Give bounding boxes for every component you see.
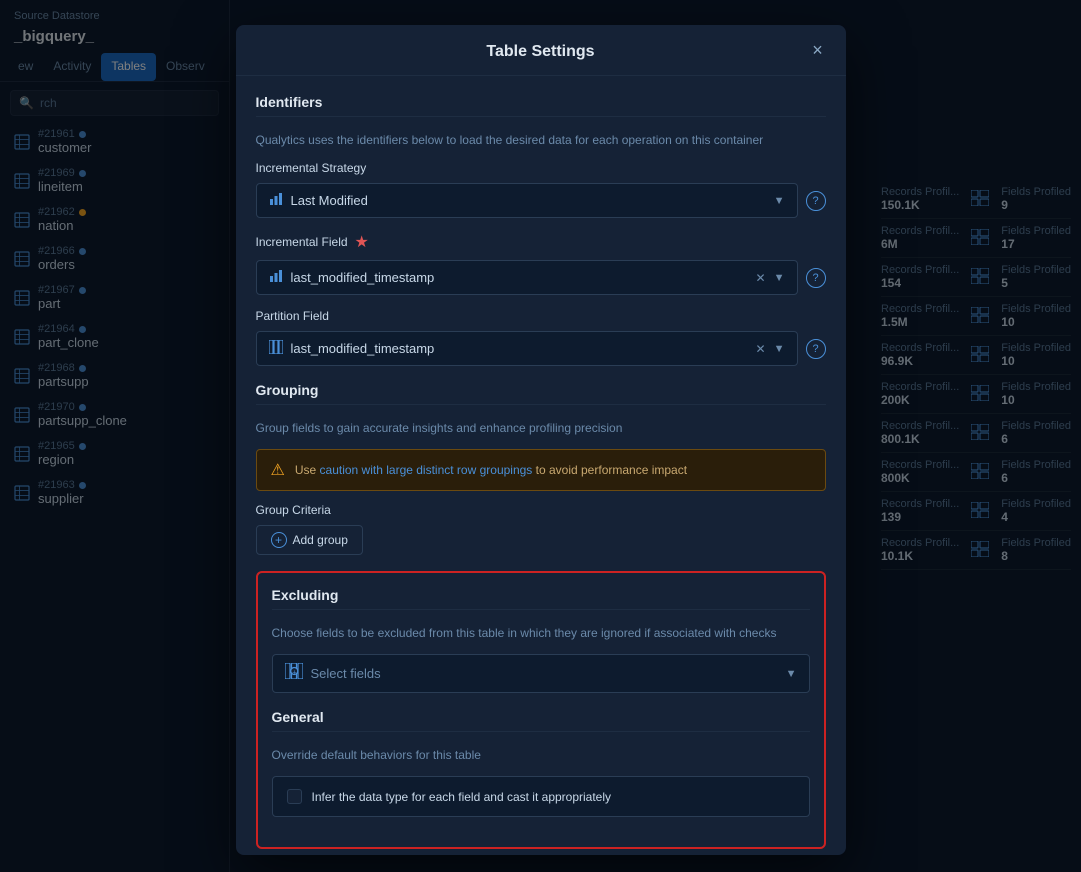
general-title: General (272, 709, 810, 725)
infer-datatype-checkbox[interactable] (287, 789, 302, 804)
modal-title: Table Settings (486, 43, 594, 61)
grouping-title: Grouping (256, 382, 826, 398)
modal-overlay: Table Settings × Identifiers Qualytics u… (0, 0, 1081, 872)
grouping-section: Grouping Group fields to gain accurate i… (256, 382, 826, 555)
incremental-strategy-label-row: Incremental Strategy (256, 161, 826, 175)
partition-field-value: last_modified_timestamp (291, 341, 748, 356)
chart-icon (269, 192, 283, 209)
identifiers-desc: Qualytics uses the identifiers below to … (256, 131, 826, 149)
chevron-down-icon: ▼ (786, 668, 797, 680)
help-icon[interactable]: ? (806, 268, 826, 288)
identifiers-title: Identifiers (256, 94, 826, 110)
grouping-desc: Group fields to gain accurate insights a… (256, 419, 826, 437)
columns-icon (269, 340, 283, 357)
incremental-field-label: Incremental Field (256, 235, 348, 249)
modal-header: Table Settings × (236, 25, 846, 76)
help-icon[interactable]: ? (806, 339, 826, 359)
chevron-down-icon: ▼ (774, 195, 785, 207)
help-icon[interactable]: ? (806, 191, 826, 211)
plus-icon: + (271, 532, 287, 548)
add-group-label: Add group (293, 533, 348, 547)
warning-icon: ⚠ (271, 460, 285, 480)
group-criteria-label-row: Group Criteria (256, 503, 826, 517)
close-button[interactable]: × (806, 38, 830, 62)
excluding-section: Excluding Choose fields to be excluded f… (256, 571, 826, 849)
incremental-strategy-label: Incremental Strategy (256, 161, 367, 175)
excluding-desc: Choose fields to be excluded from this t… (272, 624, 810, 642)
select-fields-dropdown[interactable]: + Select fields ▼ (272, 654, 810, 693)
checkbox-row: Infer the data type for each field and c… (272, 776, 810, 817)
required-indicator: ★ (355, 232, 369, 252)
partition-field-dropdown[interactable]: last_modified_timestamp ✕ ▼ (256, 331, 798, 366)
incremental-field-dropdown[interactable]: last_modified_timestamp ✕ ▼ (256, 260, 798, 295)
chart-icon (269, 269, 283, 286)
modal-body: Identifiers Qualytics uses the identifie… (236, 76, 846, 855)
clear-incremental-field-button[interactable]: ✕ (756, 271, 766, 285)
divider (256, 404, 826, 405)
chevron-down-icon: ▼ (774, 343, 785, 355)
fields-select-icon: + (285, 663, 303, 684)
identifiers-section: Identifiers Qualytics uses the identifie… (256, 94, 826, 366)
incremental-strategy-dropdown[interactable]: Last Modified ▼ (256, 183, 798, 218)
general-desc: Override default behaviors for this tabl… (272, 746, 810, 764)
select-fields-placeholder: Select fields (311, 666, 778, 681)
chevron-down-icon: ▼ (774, 272, 785, 284)
general-section: General Override default behaviors for t… (272, 709, 810, 817)
svg-text:+: + (292, 670, 296, 677)
warning-box: ⚠ Use caution with large distinct row gr… (256, 449, 826, 491)
partition-field-label: Partition Field (256, 309, 329, 323)
table-settings-modal: Table Settings × Identifiers Qualytics u… (236, 25, 846, 855)
add-group-button[interactable]: + Add group (256, 525, 363, 555)
group-criteria-label: Group Criteria (256, 503, 331, 517)
excluding-title: Excluding (272, 587, 810, 603)
warning-link: caution with large distinct row grouping… (320, 463, 533, 477)
partition-field-label-row: Partition Field (256, 309, 826, 323)
divider (272, 731, 810, 732)
checkbox-label: Infer the data type for each field and c… (312, 790, 612, 804)
incremental-strategy-value: Last Modified (291, 193, 766, 208)
warning-text: Use caution with large distinct row grou… (295, 461, 687, 479)
divider (272, 609, 810, 610)
divider (256, 116, 826, 117)
incremental-field-label-row: Incremental Field ★ (256, 232, 826, 252)
incremental-field-value: last_modified_timestamp (291, 270, 748, 285)
clear-partition-field-button[interactable]: ✕ (756, 342, 766, 356)
